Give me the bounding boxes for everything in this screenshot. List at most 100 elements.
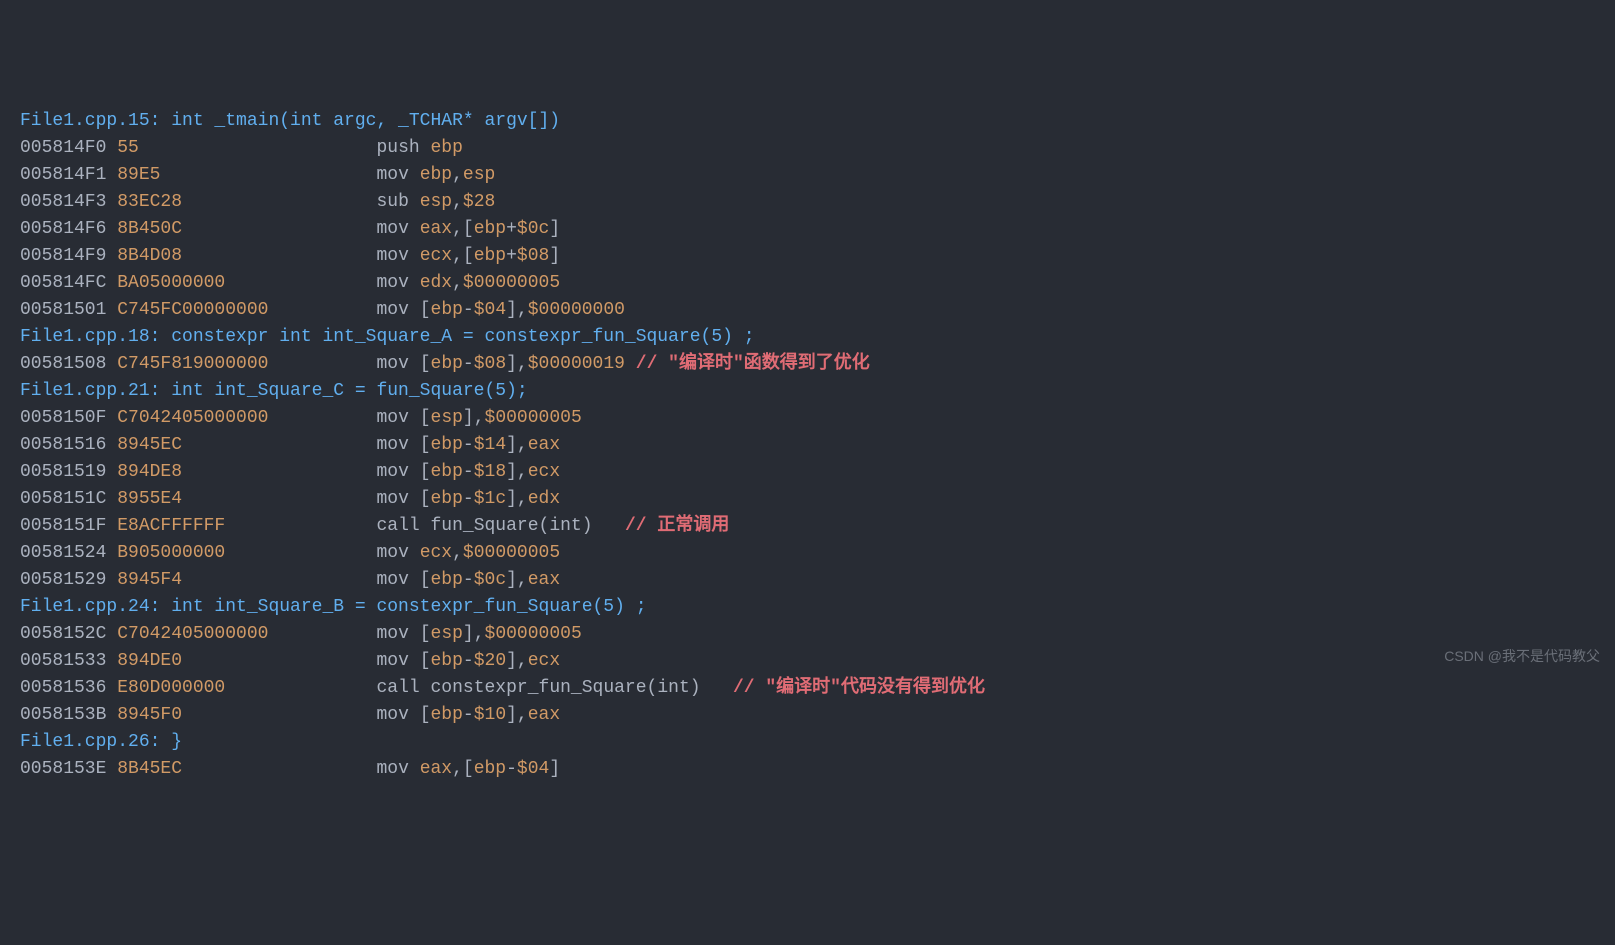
asm-line[interactable]: 00581516 8945EC mov [ebp-$14],eax [20, 432, 1615, 459]
operand: , [452, 273, 463, 293]
mnemonic: mov [376, 705, 419, 725]
operand: ebp [430, 138, 462, 158]
operand: esp [420, 192, 452, 212]
mnemonic: sub [376, 192, 419, 212]
operand: ebp [420, 165, 452, 185]
operand: [ [420, 489, 431, 509]
operand: eax [528, 435, 560, 455]
operand: [ [420, 570, 431, 590]
asm-line[interactable]: 0058150F C7042405000000 mov [esp],$00000… [20, 405, 1615, 432]
address: 0058151F [20, 516, 117, 536]
operand: ebp [474, 246, 506, 266]
address: 00581501 [20, 300, 117, 320]
asm-line[interactable]: 00581524 B905000000 mov ecx,$00000005 [20, 540, 1615, 567]
asm-line[interactable]: 005814F1 89E5 mov ebp,esp [20, 162, 1615, 189]
annotation-comment: // "编译时"代码没有得到优化 [733, 678, 985, 698]
operand: ], [506, 489, 528, 509]
operand: $0c [474, 570, 506, 590]
asm-line[interactable]: 00581519 894DE8 mov [ebp-$18],ecx [20, 459, 1615, 486]
operand: [ [420, 624, 431, 644]
asm-line[interactable]: 00581536 E80D000000 call constexpr_fun_S… [20, 675, 1615, 702]
operand: fun_Square(int) [431, 516, 593, 536]
operand: [ [420, 354, 431, 374]
asm-line[interactable]: 005814FC BA05000000 mov edx,$00000005 [20, 270, 1615, 297]
operand: eax [420, 219, 452, 239]
operand: , [452, 543, 463, 563]
source-line[interactable]: File1.cpp.18: constexpr int int_Square_A… [20, 324, 1615, 351]
asm-line[interactable]: 005814F3 83EC28 sub esp,$28 [20, 189, 1615, 216]
asm-line[interactable]: 005814F9 8B4D08 mov ecx,[ebp+$08] [20, 243, 1615, 270]
operand: eax [420, 759, 452, 779]
asm-line[interactable]: 00581501 C745FC00000000 mov [ebp-$04],$0… [20, 297, 1615, 324]
source-text: File1.cpp.24: int int_Square_B = constex… [20, 597, 647, 617]
operand: ecx [528, 651, 560, 671]
operand: ], [506, 354, 528, 374]
asm-line[interactable]: 0058153B 8945F0 mov [ebp-$10],eax [20, 702, 1615, 729]
operand: esp [431, 624, 463, 644]
operand: + [506, 246, 517, 266]
address: 005814F6 [20, 219, 117, 239]
address: 0058151C [20, 489, 117, 509]
mnemonic: call [376, 516, 430, 536]
operand: $08 [517, 246, 549, 266]
asm-line[interactable]: 00581508 C745F819000000 mov [ebp-$08],$0… [20, 351, 1615, 378]
operand: [ [420, 435, 431, 455]
mnemonic: mov [376, 165, 419, 185]
operand: [ [420, 462, 431, 482]
operand: , [452, 165, 463, 185]
operand: [ [420, 651, 431, 671]
asm-line[interactable]: 0058153E 8B45EC mov eax,[ebp-$04] [20, 756, 1615, 783]
source-line[interactable]: File1.cpp.21: int int_Square_C = fun_Squ… [20, 378, 1615, 405]
mnemonic: mov [376, 246, 419, 266]
operand: eax [528, 705, 560, 725]
address: 005814F3 [20, 192, 117, 212]
address: 0058150F [20, 408, 117, 428]
operand: ], [506, 300, 528, 320]
mnemonic: mov [376, 759, 419, 779]
mnemonic: push [376, 138, 430, 158]
asm-line[interactable]: 00581533 894DE0 mov [ebp-$20],ecx [20, 648, 1615, 675]
address: 005814F9 [20, 246, 117, 266]
hex-bytes: 894DE0 [117, 651, 182, 671]
source-text: File1.cpp.15: int _tmain(int argc, _TCHA… [20, 111, 560, 131]
operand: ,[ [452, 246, 474, 266]
operand: esp [431, 408, 463, 428]
mnemonic: mov [376, 543, 419, 563]
operand: + [506, 219, 517, 239]
address: 0058153B [20, 705, 117, 725]
operand: ], [506, 705, 528, 725]
asm-line[interactable]: 005814F0 55 push ebp [20, 135, 1615, 162]
operand: ebp [431, 705, 463, 725]
address: 0058153E [20, 759, 117, 779]
operand: $04 [474, 300, 506, 320]
asm-line[interactable]: 00581529 8945F4 mov [ebp-$0c],eax [20, 567, 1615, 594]
operand: constexpr_fun_Square(int) [431, 678, 701, 698]
asm-line[interactable]: 0058151C 8955E4 mov [ebp-$1c],edx [20, 486, 1615, 513]
address: 00581519 [20, 462, 117, 482]
mnemonic: mov [376, 462, 419, 482]
mnemonic: mov [376, 354, 419, 374]
hex-bytes: E80D000000 [117, 678, 225, 698]
operand: ecx [420, 246, 452, 266]
operand: - [463, 300, 474, 320]
operand: - [463, 705, 474, 725]
source-line[interactable]: File1.cpp.26: } [20, 729, 1615, 756]
mnemonic: mov [376, 624, 419, 644]
operand: ], [506, 462, 528, 482]
hex-bytes: 83EC28 [117, 192, 182, 212]
disassembly-view[interactable]: File1.cpp.15: int _tmain(int argc, _TCHA… [20, 108, 1615, 783]
watermark-text: CSDN @我不是代码教父 [1444, 646, 1600, 667]
asm-line[interactable]: 005814F6 8B450C mov eax,[ebp+$0c] [20, 216, 1615, 243]
operand: ebp [431, 651, 463, 671]
operand: ebp [431, 300, 463, 320]
address: 005814FC [20, 273, 117, 293]
operand: $00000019 [528, 354, 625, 374]
hex-bytes: 894DE8 [117, 462, 182, 482]
mnemonic: mov [376, 570, 419, 590]
source-line[interactable]: File1.cpp.24: int int_Square_B = constex… [20, 594, 1615, 621]
operand: ebp [474, 759, 506, 779]
source-line[interactable]: File1.cpp.15: int _tmain(int argc, _TCHA… [20, 108, 1615, 135]
asm-line[interactable]: 0058151F E8ACFFFFFF call fun_Square(int)… [20, 513, 1615, 540]
operand: edx [420, 273, 452, 293]
asm-line[interactable]: 0058152C C7042405000000 mov [esp],$00000… [20, 621, 1615, 648]
